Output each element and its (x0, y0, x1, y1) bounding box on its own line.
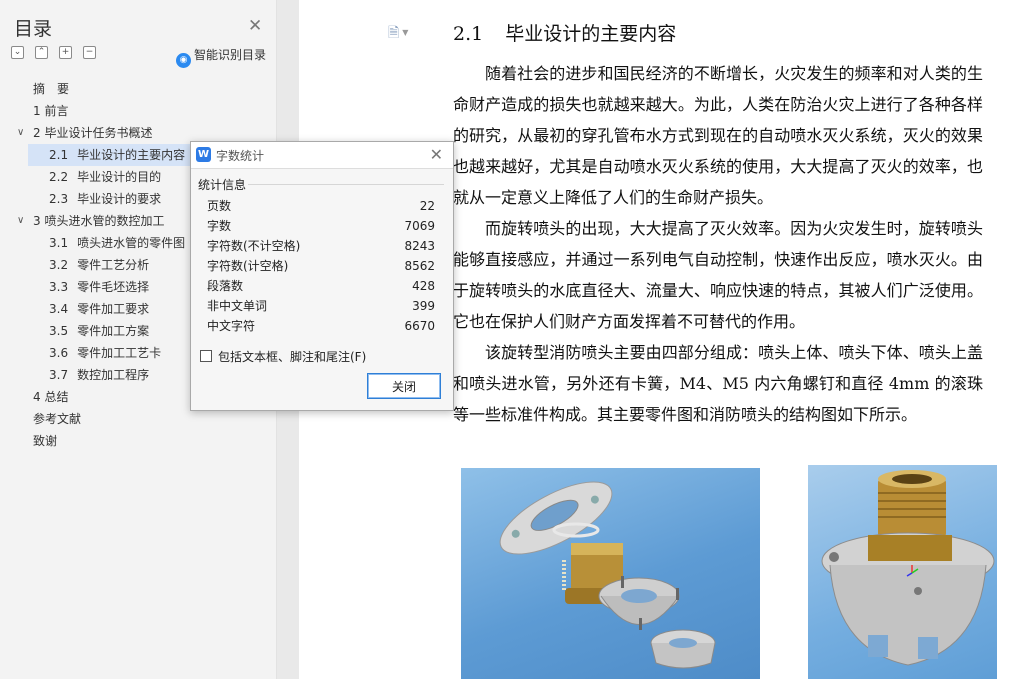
dialog-title: 字数统计 (216, 149, 265, 163)
section-title: 毕业设计的主要内容 (505, 23, 677, 45)
section-heading: 2.1 毕业设计的主要内容 (453, 19, 676, 46)
dialog-titlebar[interactable]: W 字数统计 ✕ (191, 142, 453, 169)
stat-row-pages: 页数 22 (207, 199, 435, 213)
close-icon[interactable]: ✕ (430, 145, 443, 164)
remove-level-icon[interactable]: − (83, 46, 96, 59)
paragraph: 随着社会的进步和国民经济的不断增长，火灾发生的频率和对人类的生命财产造成的损失也… (453, 64, 983, 207)
stat-row-words: 字数 7069 (207, 219, 435, 233)
paragraph: 而旋转喷头的出现，大大提高了灭火效率。因为火灾发生时，旋转喷头能够直接感应，并通… (453, 219, 983, 331)
toc-title: 目录 (14, 18, 53, 40)
group-divider (248, 184, 444, 185)
assembled-nozzle-figure (808, 465, 997, 679)
stat-row-chars-no-spaces: 字符数(不计空格) 8243 (207, 239, 435, 253)
assembled-nozzle-render (821, 470, 995, 666)
document-body[interactable]: 随着社会的进步和国民经济的不断增长，火灾发生的频率和对人类的生命财产造成的损失也… (453, 58, 983, 430)
exploded-assembly-render (499, 481, 716, 669)
close-button[interactable]: 关闭 (367, 373, 441, 399)
stat-row-non-chinese-words: 非中文单词 399 (207, 299, 435, 313)
word-count-dialog: W 字数统计 ✕ 统计信息 页数 22 字数 7069 字符数(不计空格) 8243 … (190, 141, 454, 411)
add-level-icon[interactable]: + (59, 46, 72, 59)
expand-up-icon[interactable]: ⌃ (35, 46, 48, 59)
collapse-all-icon[interactable]: ⌄ (11, 46, 24, 59)
toc-close-icon[interactable]: ✕ (248, 16, 262, 36)
wps-logo-icon: W (196, 147, 211, 162)
include-textbox-checkbox-row[interactable]: 包括文本框、脚注和尾注(F) (200, 348, 366, 365)
chevron-down-icon[interactable]: ▼ (402, 28, 408, 37)
document-icon[interactable]: 🗎 ▼ (388, 22, 408, 46)
exploded-assembly-figure (461, 468, 760, 679)
toc-item-preface[interactable]: 1 前言 (0, 100, 276, 122)
toc-item-acknowledgements[interactable]: 致谢 (0, 430, 276, 452)
toc-item-abstract[interactable]: 摘 要 (0, 78, 276, 100)
include-textbox-checkbox[interactable] (200, 350, 212, 362)
smart-toc-label: 智能识别目录 (194, 48, 267, 62)
chevron-down-icon[interactable]: ∨ (17, 210, 24, 232)
toc-item-references[interactable]: 参考文献 (0, 408, 276, 430)
stat-row-paragraphs: 段落数 428 (207, 279, 435, 293)
smart-toc-button[interactable]: ◉ 智能识别目录 (176, 46, 266, 68)
stats-group-label: 统计信息 (198, 178, 247, 192)
stats-list: 页数 22 字数 7069 字符数(不计空格) 8243 字符数(计空格) 8562 段… (207, 196, 437, 336)
paragraph: 该旋转型消防喷头主要由四部分组成：喷头上体、喷头下体、喷头上盖和喷头进水管，另外… (453, 343, 983, 424)
smart-recognize-icon: ◉ (176, 53, 191, 68)
section-number: 2.1 (453, 23, 484, 45)
checkbox-label: 包括文本框、脚注和尾注(F) (218, 350, 367, 364)
stat-row-chinese-chars: 中文字符 6670 (207, 319, 435, 333)
chevron-down-icon[interactable]: ∨ (17, 122, 24, 144)
stat-row-chars-with-spaces: 字符数(计空格) 8562 (207, 259, 435, 273)
